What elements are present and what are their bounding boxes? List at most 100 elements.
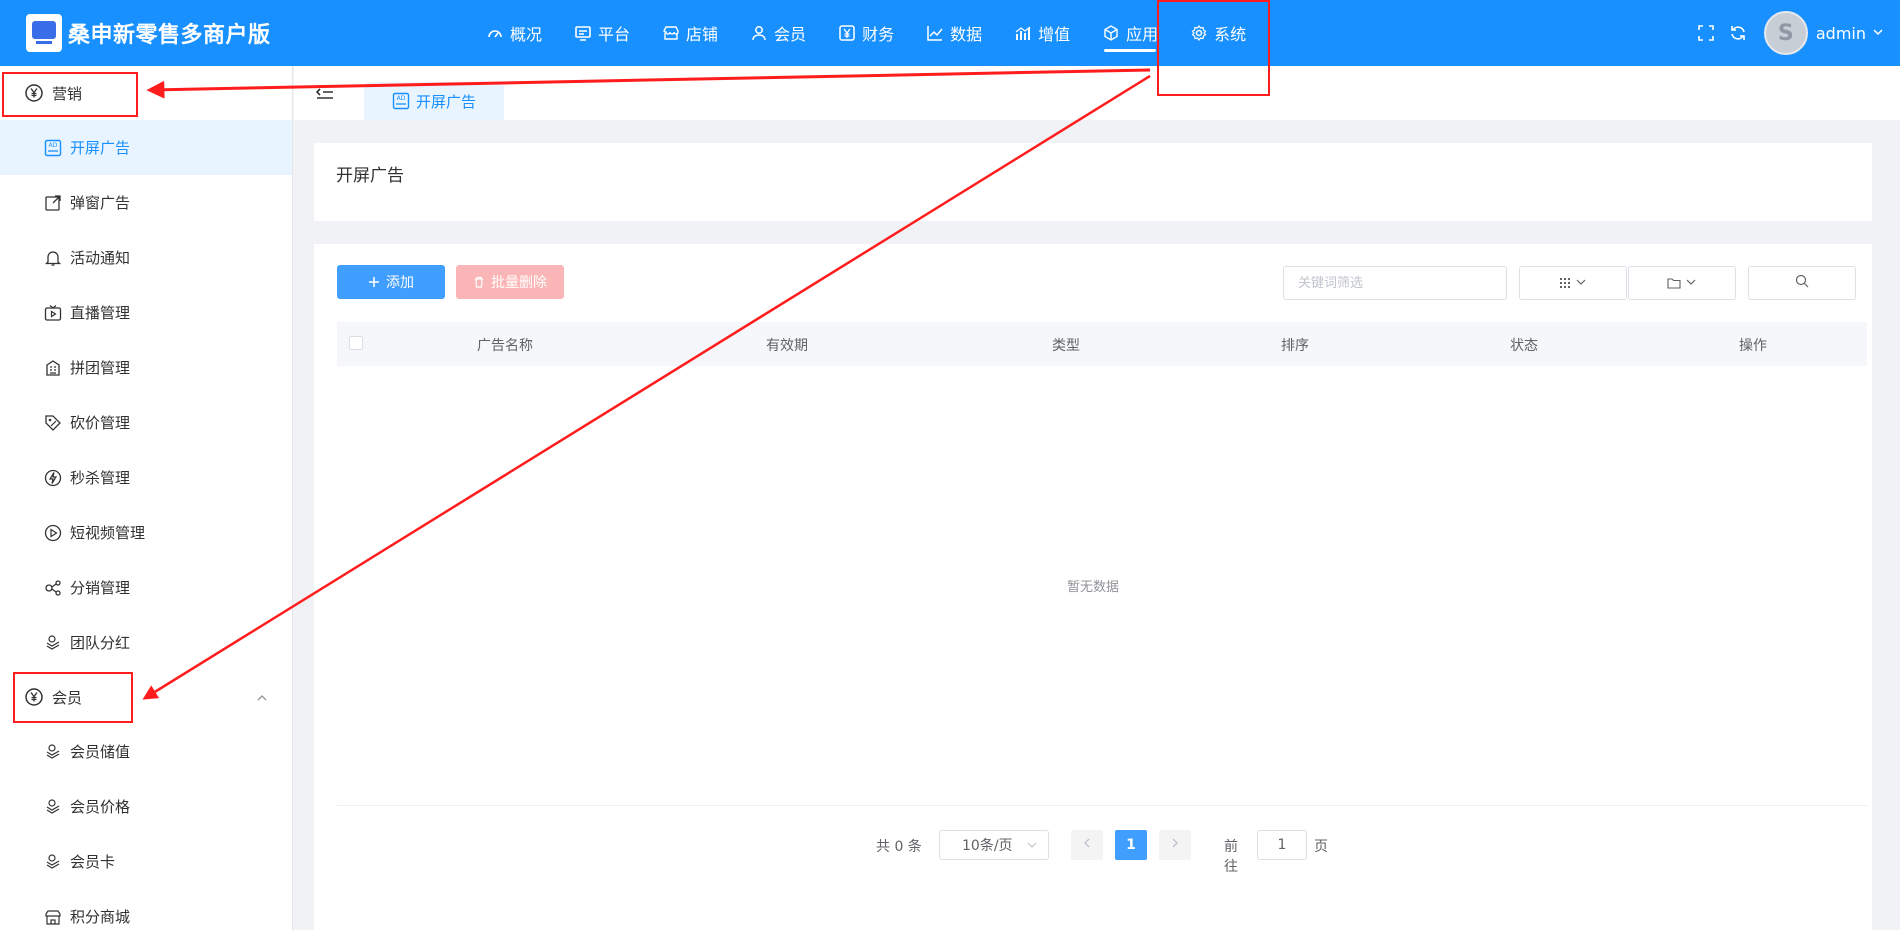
nav-item-member[interactable]: 会员 (734, 0, 822, 66)
annotation-box-apps-nav (1157, 0, 1270, 96)
sidebar-item-flash-sale[interactable]: 秒杀管理 (0, 450, 292, 505)
nav-label: 会员 (774, 25, 807, 44)
shop-icon (44, 908, 62, 926)
avatar[interactable]: S (1763, 11, 1808, 55)
brand-logo (26, 14, 62, 52)
sidebar-item-label: 秒杀管理 (70, 469, 131, 487)
tab-splash-ad[interactable]: AD 开屏广告 (364, 82, 505, 120)
sidebar-item-group-buy[interactable]: 拼团管理 (0, 340, 292, 395)
nav-item-value-added[interactable]: 增值 (998, 0, 1086, 66)
sidebar-item-bargain[interactable]: 砍价管理 (0, 395, 292, 450)
top-nav: 概况 平台 店铺 会员 财务 数据 增值 应用 系统 (470, 0, 1262, 66)
sidebar-item-team-bonus[interactable]: 团队分红 (0, 615, 292, 670)
sidebar-item-activity-notice[interactable]: 活动通知 (0, 230, 292, 285)
menu-fold-icon[interactable] (315, 84, 334, 104)
page-number-button[interactable]: 1 (1115, 830, 1147, 860)
trash-icon (473, 276, 485, 288)
sidebar-item-label: 开屏广告 (70, 139, 131, 157)
nav-label: 概况 (510, 25, 543, 44)
user-icon (750, 24, 768, 42)
bar-chart-icon (1014, 24, 1032, 42)
tv-icon (44, 304, 62, 322)
nav-item-data[interactable]: 数据 (910, 0, 998, 66)
coins-icon (44, 634, 62, 652)
chevron-down-icon[interactable] (1872, 24, 1884, 42)
chevron-down-icon (1575, 274, 1587, 292)
sidebar-item-label: 弹窗广告 (70, 194, 131, 212)
keyword-filter-input[interactable] (1283, 266, 1507, 300)
nav-item-platform[interactable]: 平台 (558, 0, 646, 66)
search-button[interactable] (1748, 266, 1856, 300)
column-header-validity[interactable]: 有效期 (766, 335, 808, 355)
sidebar-item-live[interactable]: 直播管理 (0, 285, 292, 340)
coins-icon (44, 743, 62, 761)
nav-label: 店铺 (686, 25, 719, 44)
sidebar-item-short-video[interactable]: 短视频管理 (0, 505, 292, 560)
svg-text:AD: AD (397, 95, 406, 102)
chevron-left-icon (1082, 837, 1092, 853)
fullscreen-icon[interactable] (1696, 23, 1716, 43)
tab-label: 开屏广告 (416, 92, 477, 111)
page-unit-label: 页 (1314, 839, 1328, 855)
goto-label: 前往 (1224, 839, 1238, 875)
page-size-value: 10条/页 (962, 838, 1013, 854)
table-divider (337, 805, 1867, 806)
svg-text:AD: AD (49, 142, 58, 149)
tab-bar: AD 开屏广告 (294, 66, 1900, 120)
page-size-select[interactable]: 10条/页 (939, 830, 1049, 860)
nav-item-finance[interactable]: 财务 (822, 0, 910, 66)
sidebar-item-member-price[interactable]: 会员价格 (0, 779, 292, 834)
username[interactable]: admin (1816, 24, 1866, 43)
column-header-sort[interactable]: 排序 (1281, 335, 1309, 355)
nav-item-store[interactable]: 店铺 (646, 0, 734, 66)
nav-label: 平台 (598, 25, 631, 44)
nav-label: 应用 (1126, 25, 1159, 44)
coins-icon (44, 853, 62, 871)
sidebar-item-points-mall[interactable]: 积分商城 (0, 889, 292, 930)
sidebar-item-distribution[interactable]: 分销管理 (0, 560, 292, 615)
add-button-label: 添加 (386, 275, 414, 291)
export-dropdown[interactable] (1628, 266, 1736, 300)
brand-title: 桑申新零售多商户版 (68, 23, 271, 48)
sidebar-item-label: 砍价管理 (70, 414, 131, 432)
chevron-down-icon (1685, 274, 1697, 292)
brand[interactable]: 桑申新零售多商户版 (26, 14, 271, 52)
sidebar-item-member-card[interactable]: 会员卡 (0, 834, 292, 889)
next-page-button[interactable] (1159, 830, 1191, 860)
sidebar-item-label: 直播管理 (70, 304, 131, 322)
chevron-up-icon[interactable] (256, 690, 268, 708)
sidebar-item-label: 会员价格 (70, 798, 131, 816)
goto-page-input[interactable] (1257, 830, 1307, 860)
chevron-down-icon (1026, 839, 1038, 855)
nav-label: 增值 (1038, 25, 1071, 44)
sidebar-item-member-recharge[interactable]: 会员储值 (0, 724, 292, 779)
sidebar-item-popup-ad[interactable]: 弹窗广告 (0, 175, 292, 230)
ad-icon: AD (392, 92, 410, 110)
search-icon (1795, 274, 1809, 292)
column-header-type[interactable]: 类型 (1052, 335, 1080, 355)
column-settings-dropdown[interactable] (1519, 266, 1627, 300)
column-header-ad-name[interactable]: 广告名称 (477, 335, 533, 355)
refresh-icon[interactable] (1728, 23, 1748, 43)
annotation-box-member (13, 672, 133, 723)
sidebar-item-label: 会员储值 (70, 743, 131, 761)
nav-label: 数据 (950, 25, 983, 44)
prev-page-button[interactable] (1071, 830, 1103, 860)
select-all-checkbox[interactable] (349, 336, 363, 350)
table-card: 添加 批量删除 广告名称 有效期 类型 排序 状态 操作 暂无数据 共 0 条 … (314, 244, 1872, 930)
add-button[interactable]: 添加 (337, 265, 445, 299)
column-header-status[interactable]: 状态 (1510, 335, 1538, 355)
folder-icon (1667, 277, 1681, 289)
header-right: S admin (1696, 0, 1884, 66)
sidebar-item-label: 短视频管理 (70, 524, 146, 542)
annotation-box-marketing (2, 72, 138, 117)
popup-icon (44, 194, 62, 212)
tag-icon (44, 414, 62, 432)
dashboard-icon (486, 24, 504, 42)
nav-item-overview[interactable]: 概况 (470, 0, 558, 66)
sidebar-item-splash-ad[interactable]: AD 开屏广告 (0, 120, 292, 175)
ad-icon: AD (44, 139, 62, 157)
batch-delete-button[interactable]: 批量删除 (456, 265, 564, 299)
table-header: 广告名称 有效期 类型 排序 状态 操作 (337, 322, 1867, 366)
share-icon (44, 579, 62, 597)
